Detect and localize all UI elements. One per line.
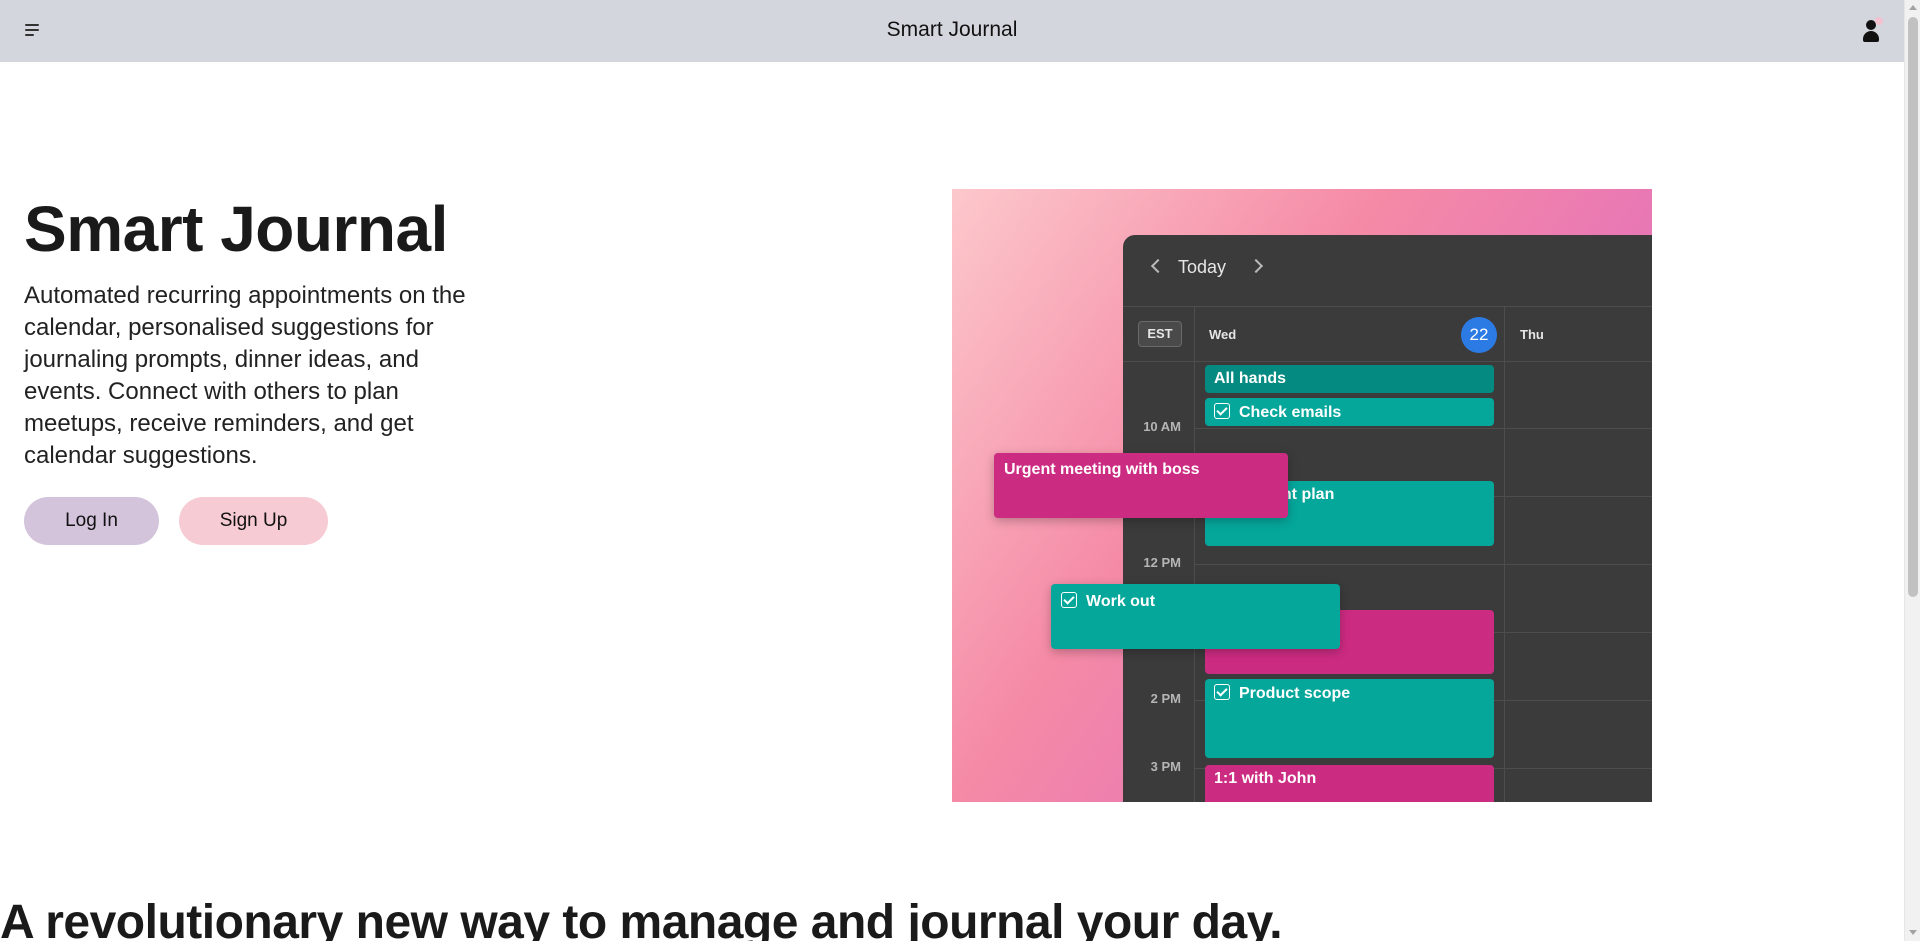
- time-label: 12 PM: [1143, 555, 1181, 570]
- timezone-badge: EST: [1138, 321, 1182, 347]
- hero-calendar-illustration: Today EST Wed 22 Thu 10 AM 12 PM 2 PM 3 …: [952, 189, 1652, 802]
- event-title: Product scope: [1239, 685, 1351, 702]
- checkbox-icon: [1061, 592, 1077, 608]
- signup-button[interactable]: Sign Up: [179, 497, 328, 545]
- chevron-right-icon[interactable]: [1248, 258, 1264, 274]
- top-app-bar: Smart Journal: [0, 0, 1904, 62]
- time-label: 2 PM: [1150, 691, 1181, 706]
- scroll-up-icon[interactable]: [1909, 5, 1917, 10]
- app-title: Smart Journal: [886, 18, 1018, 41]
- hero-title: Smart Journal: [24, 193, 448, 265]
- hero-description: Automated recurring appointments on the …: [24, 282, 466, 469]
- time-label: 10 AM: [1143, 419, 1181, 434]
- divider: [1504, 307, 1505, 802]
- checkbox-icon: [1214, 403, 1230, 419]
- divider: [1123, 361, 1652, 362]
- grid-line: [1194, 564, 1652, 565]
- scrollbar[interactable]: [1904, 0, 1920, 941]
- event-title: Work out: [1086, 593, 1156, 610]
- login-button[interactable]: Log In: [24, 497, 159, 545]
- today-label[interactable]: Today: [1178, 257, 1226, 278]
- event-check-emails[interactable]: Check emails: [1205, 398, 1494, 426]
- event-product-scope[interactable]: Product scope: [1205, 679, 1494, 758]
- calendar-header: Today: [1123, 235, 1652, 307]
- event-one-on-one[interactable]: 1:1 with John: [1205, 765, 1494, 802]
- event-all-hands[interactable]: All hands: [1205, 365, 1494, 393]
- notification-dot: [1875, 17, 1883, 25]
- day-label-wed: Wed: [1209, 327, 1237, 342]
- event-title: Check emails: [1239, 404, 1342, 421]
- event-title: 1:1 with John: [1214, 770, 1317, 787]
- user-icon[interactable]: [1858, 17, 1884, 45]
- floating-event-workout[interactable]: Work out: [1051, 584, 1340, 649]
- scroll-thumb[interactable]: [1908, 17, 1918, 597]
- section-title: A revolutionary new way to manage and jo…: [0, 896, 1283, 941]
- event-title: All hands: [1214, 370, 1287, 387]
- floating-event-urgent-meeting[interactable]: Urgent meeting with boss: [994, 453, 1288, 518]
- chevron-left-icon[interactable]: [1150, 258, 1166, 274]
- calendar-preview: Today EST Wed 22 Thu 10 AM 12 PM 2 PM 3 …: [1123, 235, 1652, 802]
- time-label: 3 PM: [1150, 759, 1181, 774]
- event-title: Urgent meeting with boss: [1004, 461, 1200, 478]
- day-label-thu: Thu: [1520, 327, 1544, 342]
- date-badge: 22: [1461, 317, 1497, 353]
- checkbox-icon: [1214, 684, 1230, 700]
- scroll-down-icon[interactable]: [1909, 930, 1917, 935]
- divider: [1194, 307, 1195, 802]
- grid-line: [1194, 428, 1652, 429]
